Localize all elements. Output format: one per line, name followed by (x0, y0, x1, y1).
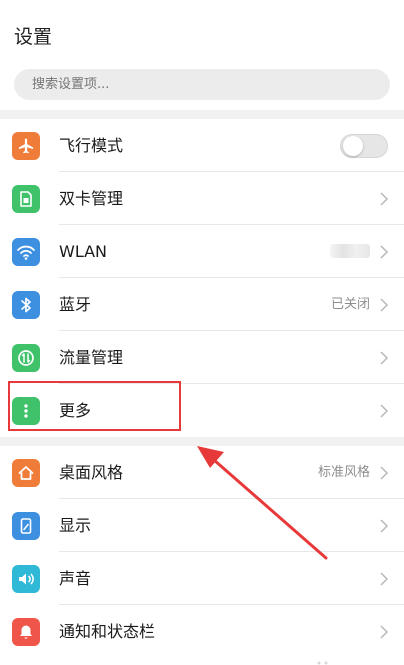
search-bar (0, 58, 404, 110)
network-name-blurred (330, 244, 370, 258)
page-indicator-icon (317, 661, 328, 665)
settings-item-label: 流量管理 (59, 348, 124, 367)
settings-item-label: 更多 (59, 401, 92, 420)
display-icon (12, 512, 40, 540)
wifi-icon (12, 238, 40, 266)
chevron-right-icon (380, 466, 389, 480)
chevron-right-icon (380, 192, 389, 206)
bluetooth-icon (12, 291, 40, 319)
chevron-right-icon (380, 404, 389, 418)
settings-item-home-style[interactable]: 桌面风格 标准风格 (0, 446, 404, 499)
settings-item-more[interactable]: 更多 (0, 384, 404, 437)
chevron-right-icon (380, 519, 389, 533)
home-style-value: 标准风格 (317, 465, 370, 480)
chevron-right-icon (380, 245, 389, 259)
search-input[interactable] (32, 69, 372, 100)
header: 设置 (0, 0, 404, 58)
settings-item-display[interactable]: 显示 (0, 499, 404, 552)
settings-item-label: 双卡管理 (59, 189, 124, 208)
sim-card-icon (12, 185, 40, 213)
section-divider (0, 110, 404, 119)
settings-item-wlan[interactable]: WLAN (0, 225, 404, 278)
page-title: 设置 (14, 26, 53, 48)
settings-item-notifications[interactable]: 通知和状态栏 (0, 605, 404, 658)
settings-item-data-usage[interactable]: 流量管理 (0, 331, 404, 384)
chevron-right-icon (380, 572, 389, 586)
more-vertical-icon (12, 397, 40, 425)
settings-item-label: 桌面风格 (59, 463, 124, 482)
settings-item-label: WLAN (59, 242, 108, 261)
settings-item-label: 蓝牙 (59, 295, 92, 314)
data-usage-icon (12, 344, 40, 372)
settings-item-dual-sim[interactable]: 双卡管理 (0, 172, 404, 225)
bluetooth-status: 已关闭 (330, 297, 370, 312)
settings-item-label: 通知和状态栏 (59, 622, 156, 641)
toggle-knob (343, 136, 363, 156)
settings-item-label: 显示 (59, 516, 92, 535)
settings-item-label: 飞行模式 (59, 136, 124, 155)
home-icon (12, 459, 40, 487)
airplane-icon (12, 132, 40, 160)
speaker-icon (12, 565, 40, 593)
airplane-mode-toggle[interactable] (340, 134, 388, 158)
chevron-right-icon (380, 625, 389, 639)
settings-item-bluetooth[interactable]: 蓝牙 已关闭 (0, 278, 404, 331)
settings-item-airplane-mode[interactable]: 飞行模式 (0, 119, 404, 172)
search-box[interactable] (14, 69, 390, 100)
chevron-right-icon (380, 351, 389, 365)
chevron-right-icon (380, 298, 389, 312)
settings-item-sound[interactable]: 声音 (0, 552, 404, 605)
bell-icon (12, 618, 40, 646)
section-divider (0, 437, 404, 446)
settings-item-label: 声音 (59, 569, 92, 588)
